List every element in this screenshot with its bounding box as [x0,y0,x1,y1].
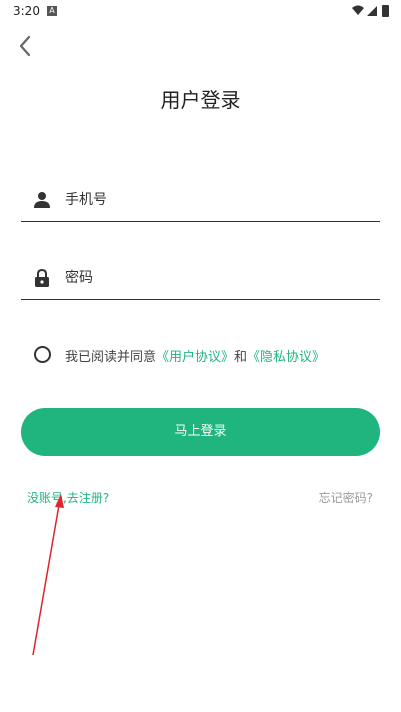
status-time: 3:20 [13,4,40,18]
forgot-password-link[interactable]: 忘记密码? [319,489,373,506]
wifi-icon [352,5,364,15]
back-button[interactable] [14,32,38,60]
phone-placeholder: 手机号 [65,192,107,208]
agreement-radio[interactable] [34,346,51,363]
person-icon [34,192,50,208]
phone-field[interactable]: 手机号 [21,181,380,222]
status-icons [352,5,389,17]
signal-icon [367,6,377,16]
page-title: 用户登录 [160,88,241,112]
agreement-text: 我已阅读并同意《用户协议》和《隐私协议》 [65,346,325,365]
agreement-prefix: 我已阅读并同意 [65,350,157,365]
privacy-policy-link[interactable]: 《隐私协议》 [247,350,325,365]
agreement-conjunction: 和 [234,350,248,365]
status-bar: 3:20 A [0,0,401,24]
user-agreement-link[interactable]: 《用户协议》 [156,350,234,365]
notification-icon: A [47,6,57,16]
lock-icon [35,269,49,287]
battery-icon [382,5,389,17]
password-field[interactable]: 密码 [21,259,380,300]
password-placeholder: 密码 [65,270,93,286]
chevron-left-icon [19,35,31,57]
register-link[interactable]: 没账号,去注册? [27,489,109,506]
login-button[interactable]: 马上登录 [21,408,380,456]
